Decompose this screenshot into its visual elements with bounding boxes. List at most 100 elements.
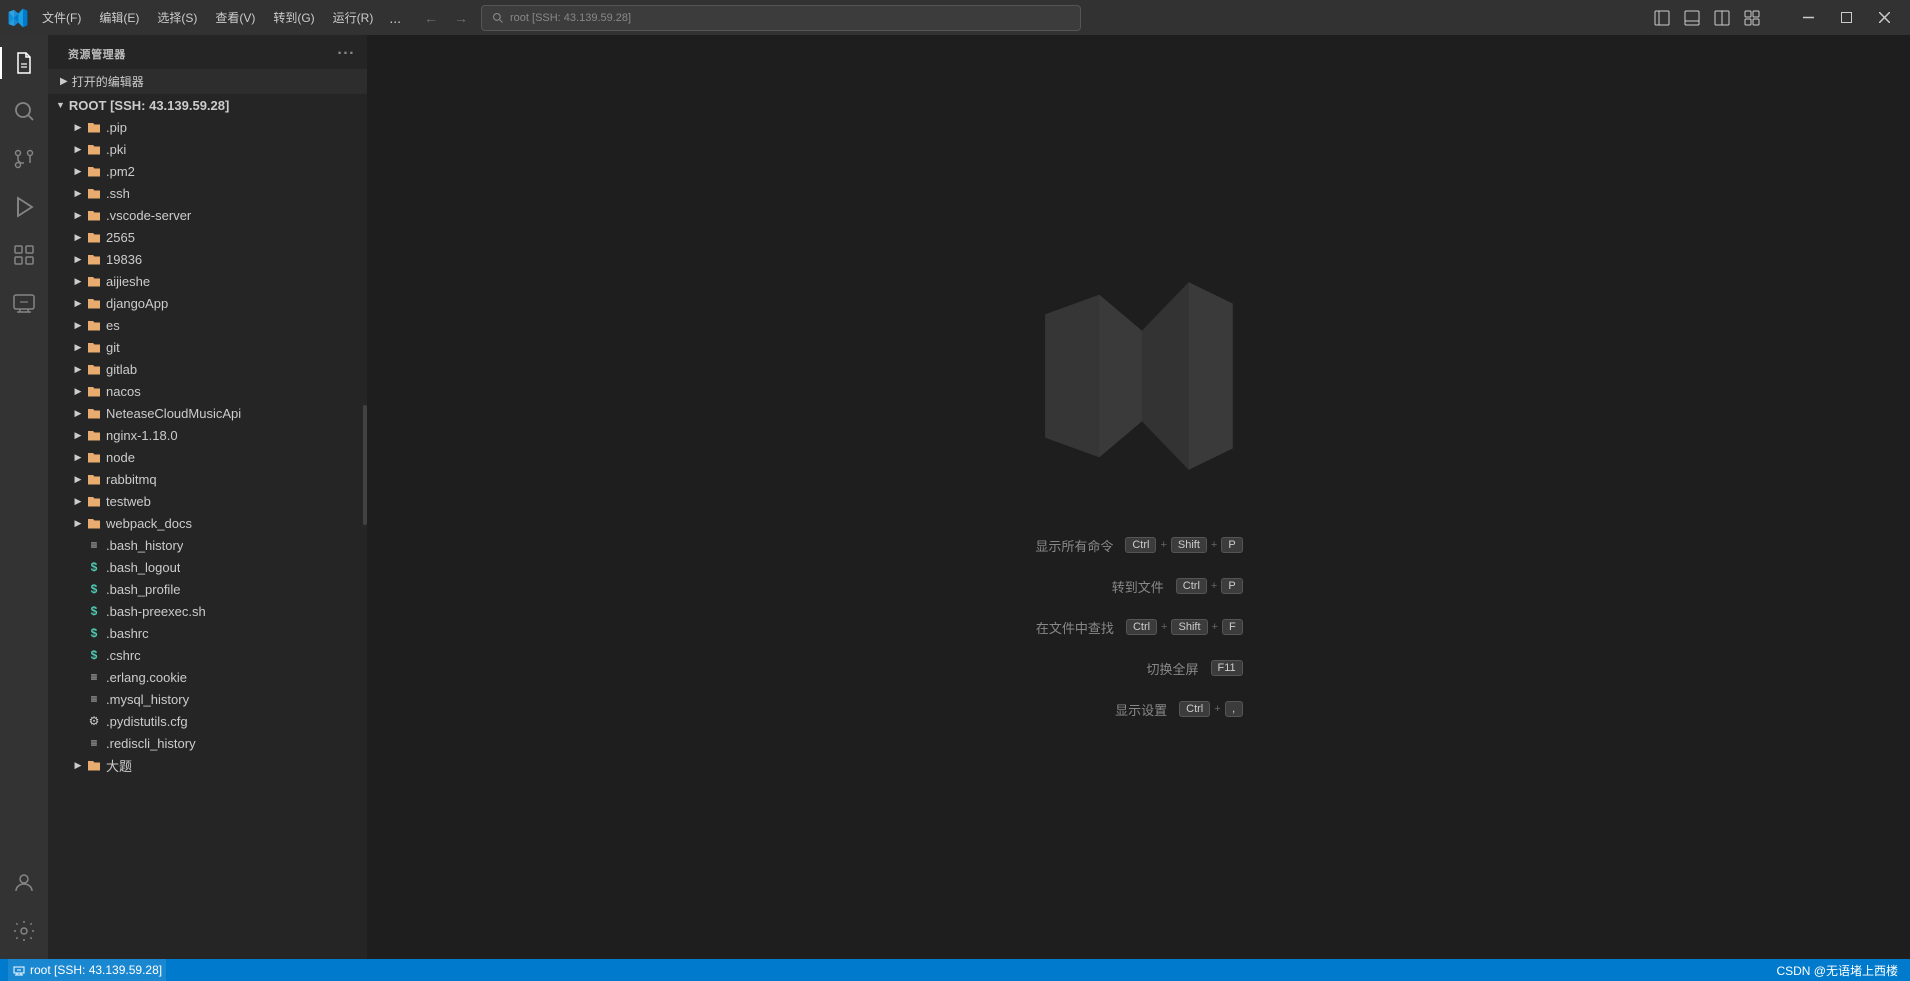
folder-vscode-server[interactable]: ▶ .vscode-server <box>48 204 367 226</box>
nav-forward[interactable]: → <box>447 5 475 31</box>
file-lines-icon: ≡ <box>86 691 102 707</box>
folder-netease[interactable]: ▶ NeteaseCloudMusicApi <box>48 402 367 424</box>
folder-gitlab[interactable]: ▶ gitlab <box>48 358 367 380</box>
key-ctrl: Ctrl <box>1176 578 1207 594</box>
remote-icon <box>12 291 36 315</box>
sidebar-dots-menu[interactable]: ··· <box>337 45 355 63</box>
status-ssh[interactable]: root [SSH: 43.139.59.28] <box>8 959 166 981</box>
status-right: CSDN @无语堵上西楼 <box>1772 959 1902 981</box>
activity-bar <box>0 35 48 959</box>
search-icon <box>492 12 504 24</box>
title-search-bar[interactable]: root [SSH: 43.139.59.28] <box>481 5 1081 31</box>
maximize-button[interactable] <box>1828 0 1864 35</box>
folder-icon <box>86 427 102 443</box>
sidebar: 资源管理器 ··· ▶ 打开的编辑器 ▼ ROOT [SSH: 43.139.5… <box>48 35 368 959</box>
menu-view[interactable]: 查看(V) <box>207 5 263 30</box>
activity-explorer[interactable] <box>0 39 48 87</box>
status-bar: root [SSH: 43.139.59.28] CSDN @无语堵上西楼 <box>0 959 1910 981</box>
folder-icon <box>86 207 102 223</box>
file-erlang-cookie-label: .erlang.cookie <box>106 670 187 685</box>
root-section-header[interactable]: ▼ ROOT [SSH: 43.139.59.28] <box>48 94 367 116</box>
folder-ssh[interactable]: ▶ .ssh <box>48 182 367 204</box>
key-combo-show-all: Ctrl + Shift + P <box>1125 537 1242 553</box>
file-cshrc-label: .cshrc <box>106 648 141 663</box>
folder-pki[interactable]: ▶ .pki <box>48 138 367 160</box>
folder-icon <box>86 405 102 421</box>
folder-2565-label: 2565 <box>106 230 135 245</box>
activity-settings[interactable] <box>0 907 48 955</box>
activity-remote[interactable] <box>0 279 48 327</box>
status-csdn[interactable]: CSDN @无语堵上西楼 <box>1772 959 1902 981</box>
command-find-in-files-label: 在文件中查找 <box>1036 618 1114 637</box>
folder-rabbitmq-label: rabbitmq <box>106 472 157 487</box>
file-lines-icon: ≡ <box>86 537 102 553</box>
title-bar-right <box>1648 0 1902 35</box>
open-editors-section[interactable]: ▶ 打开的编辑器 <box>48 69 367 94</box>
file-pydistutils-label: .pydistutils.cfg <box>106 714 188 729</box>
activity-accounts[interactable] <box>0 859 48 907</box>
menu-goto[interactable]: 转到(G) <box>265 5 322 30</box>
file-pydistutils[interactable]: ⚙ .pydistutils.cfg <box>48 710 367 732</box>
folder-2565[interactable]: ▶ 2565 <box>48 226 367 248</box>
menu-run[interactable]: 运行(R) <box>325 5 382 30</box>
folder-nginx[interactable]: ▶ nginx-1.18.0 <box>48 424 367 446</box>
sidebar-title: 资源管理器 <box>68 46 126 62</box>
folder-djangoApp[interactable]: ▶ djangoApp <box>48 292 367 314</box>
settings-activity-icon <box>12 919 36 943</box>
folder-aijieshe[interactable]: ▶ aijieshe <box>48 270 367 292</box>
folder-icon <box>86 141 102 157</box>
folder-pip[interactable]: ▶ .pip <box>48 116 367 138</box>
command-show-settings-label: 显示设置 <box>1115 700 1167 719</box>
source-control-icon <box>12 147 36 171</box>
file-dollar-icon: $ <box>86 559 102 575</box>
folder-es[interactable]: ▶ es <box>48 314 367 336</box>
folder-19836-label: 19836 <box>106 252 142 267</box>
menu-more[interactable]: ... <box>383 6 407 30</box>
file-bash-history[interactable]: ≡ .bash_history <box>48 534 367 556</box>
folder-arrow: ▶ <box>70 298 86 309</box>
folder-testweb[interactable]: ▶ testweb <box>48 490 367 512</box>
folder-arrow: ▶ <box>70 408 86 419</box>
file-cshrc[interactable]: $ .cshrc <box>48 644 367 666</box>
folder-rabbitmq[interactable]: ▶ rabbitmq <box>48 468 367 490</box>
menu-file[interactable]: 文件(F) <box>34 5 89 30</box>
folder-dati[interactable]: ▶ 大题 <box>48 754 367 776</box>
minimize-button[interactable] <box>1790 0 1826 35</box>
key-shift: Shift <box>1171 537 1207 553</box>
activity-run[interactable] <box>0 183 48 231</box>
activity-extensions[interactable] <box>0 231 48 279</box>
close-button[interactable] <box>1866 0 1902 35</box>
folder-arrow: ▶ <box>70 188 86 199</box>
folder-gitlab-label: gitlab <box>106 362 137 377</box>
folder-pm2[interactable]: ▶ .pm2 <box>48 160 367 182</box>
folder-19836[interactable]: ▶ 19836 <box>48 248 367 270</box>
folder-icon <box>86 515 102 531</box>
sidebar-toggle-btn[interactable] <box>1648 5 1676 31</box>
file-bash-profile[interactable]: $ .bash_profile <box>48 578 367 600</box>
activity-search[interactable] <box>0 87 48 135</box>
folder-icon <box>86 163 102 179</box>
nav-back[interactable]: ← <box>417 5 445 31</box>
root-arrow: ▼ <box>56 100 65 110</box>
menu-select[interactable]: 选择(S) <box>149 5 205 30</box>
file-bash-logout-label: .bash_logout <box>106 560 180 575</box>
file-bash-logout[interactable]: $ .bash_logout <box>48 556 367 578</box>
file-erlang-cookie[interactable]: ≡ .erlang.cookie <box>48 666 367 688</box>
key-combo-show-settings: Ctrl + , <box>1179 701 1243 717</box>
file-bash-preexec[interactable]: $ .bash-preexec.sh <box>48 600 367 622</box>
folder-git[interactable]: ▶ git <box>48 336 367 358</box>
file-rediscli-history[interactable]: ≡ .rediscli_history <box>48 732 367 754</box>
menu-edit[interactable]: 编辑(E) <box>91 5 147 30</box>
folder-webpack[interactable]: ▶ webpack_docs <box>48 512 367 534</box>
activity-source-control[interactable] <box>0 135 48 183</box>
key-ctrl: Ctrl <box>1125 537 1156 553</box>
folder-node[interactable]: ▶ node <box>48 446 367 468</box>
command-toggle-fullscreen-label: 切换全屏 <box>1147 659 1199 678</box>
folder-arrow: ▶ <box>70 342 86 353</box>
customize-layout-btn[interactable] <box>1738 5 1766 31</box>
editor-layout-btn[interactable] <box>1708 5 1736 31</box>
file-mysql-history[interactable]: ≡ .mysql_history <box>48 688 367 710</box>
file-bashrc[interactable]: $ .bashrc <box>48 622 367 644</box>
panel-toggle-btn[interactable] <box>1678 5 1706 31</box>
folder-nacos[interactable]: ▶ nacos <box>48 380 367 402</box>
